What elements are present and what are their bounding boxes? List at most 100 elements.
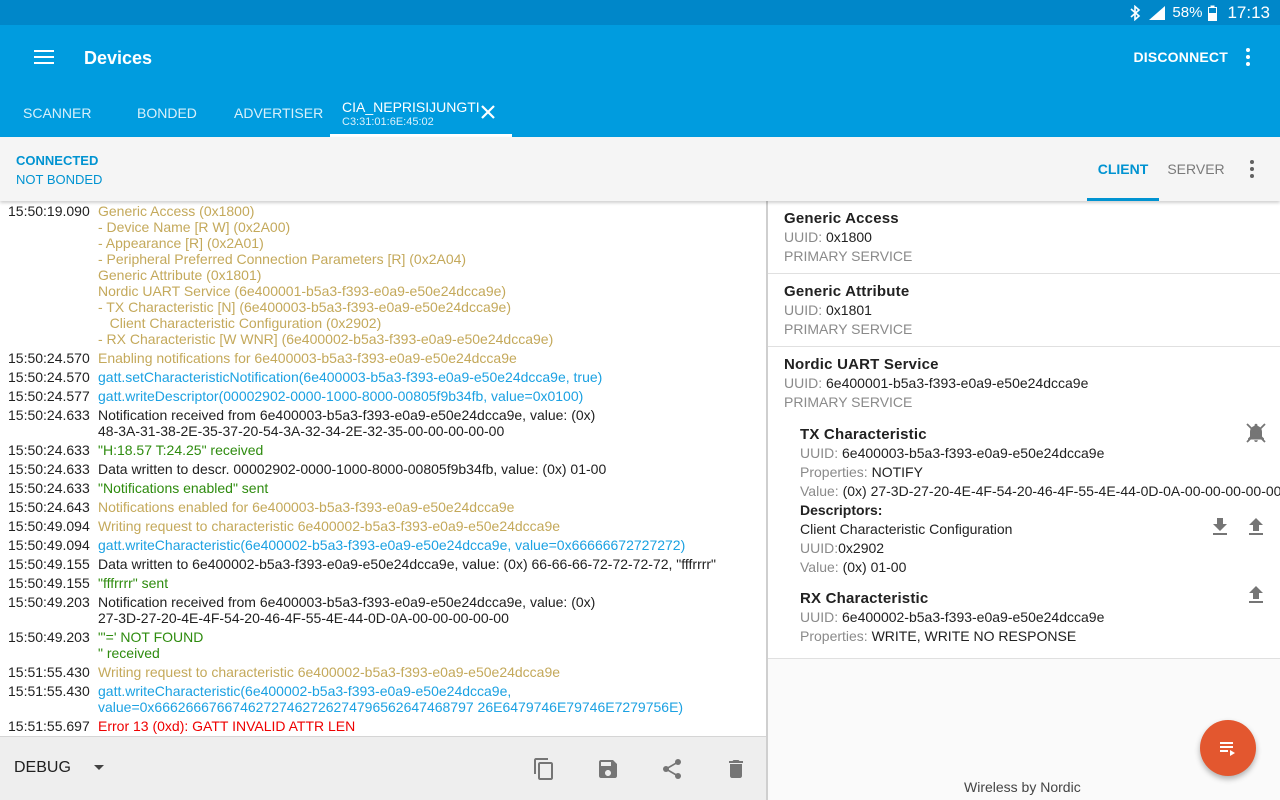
characteristic-uuid-row: UUID: 6e400002-b5a3-f393-e0a9-e50e24dcca…	[800, 608, 1264, 627]
tab-bonded[interactable]: BONDED	[137, 89, 197, 137]
characteristic-name: TX Characteristic	[800, 426, 927, 443]
log-entry: 15:50:19.090 Generic Access (0x1800) - De…	[0, 203, 767, 347]
log-entry: 15:50:49.203 Notification received from 6…	[0, 594, 767, 626]
service-uuid: 0x1800	[826, 229, 872, 245]
uuid-label: UUID:	[800, 609, 839, 625]
log-timestamp: 15:50:49.203	[8, 594, 90, 610]
tab-server[interactable]: SERVER	[1163, 137, 1229, 201]
log-entry: 15:50:24.643 Notifications enabled for 6e…	[0, 499, 767, 515]
service-item[interactable]: Generic Attribute UUID: 0x1801 PRIMARY S…	[768, 274, 1280, 347]
connection-state: CONNECTED	[16, 153, 99, 168]
bluetooth-icon	[1130, 4, 1141, 21]
log-entry: 15:51:55.430 gatt.writeCharacteristic(6e4…	[0, 683, 767, 715]
share-icon[interactable]	[660, 757, 684, 781]
system-status-bar: 58% 17:13	[0, 0, 1280, 25]
log-timestamp: 15:50:24.633	[8, 442, 90, 458]
log-entry: 15:51:55.697 Error 13 (0xd): GATT INVALID…	[0, 718, 767, 734]
log-timestamp: 15:50:49.155	[8, 575, 90, 591]
log-entry: 15:50:49.094 gatt.writeCharacteristic(6e4…	[0, 537, 767, 553]
log-message: Data written to 6e400002-b5a3-f393-e0a9-…	[98, 556, 717, 572]
copy-icon[interactable]	[532, 757, 556, 781]
log-timestamp: 15:50:49.094	[8, 537, 90, 553]
client-overflow-menu-icon[interactable]	[1240, 157, 1264, 181]
descriptor-uuid-row: UUID:0x2902	[800, 539, 1264, 558]
characteristic-uuid: 6e400003-b5a3-f393-e0a9-e50e24dcca9e	[842, 445, 1105, 461]
uuid-label: UUID:	[784, 375, 823, 391]
download-icon[interactable]	[1208, 515, 1232, 539]
upload-icon[interactable]	[1244, 583, 1268, 607]
menu-icon[interactable]	[30, 45, 58, 69]
log-message: "Notifications enabled" sent	[98, 480, 269, 496]
overflow-menu-icon[interactable]	[1236, 45, 1260, 69]
close-tab-icon[interactable]	[478, 102, 498, 122]
log-message: Error 13 (0xd): GATT INVALID ATTR LEN	[98, 718, 356, 734]
service-uuid: 0x1801	[826, 302, 872, 318]
service-item[interactable]: Nordic UART Service UUID: 6e400001-b5a3-…	[768, 347, 1280, 659]
log-timestamp: 15:50:24.643	[8, 499, 90, 515]
characteristic-item[interactable]: TX Characteristic UUID: 6e400003-b5a3-f3…	[800, 423, 1280, 577]
trash-icon[interactable]	[724, 757, 748, 781]
bond-state: NOT BONDED	[16, 172, 103, 187]
characteristic-properties-row: Properties: NOTIFY	[800, 463, 1264, 482]
upload-icon[interactable]	[1244, 515, 1268, 539]
log-entry: 15:50:49.094 Writing request to character…	[0, 518, 767, 534]
log-message: gatt.writeCharacteristic(6e400002-b5a3-f…	[98, 683, 684, 715]
log-level-select[interactable]: DEBUG	[14, 759, 105, 777]
log-timestamp: 15:50:24.577	[8, 388, 90, 404]
uuid-label: UUID:	[800, 445, 839, 461]
characteristic-item[interactable]: RX Characteristic UUID: 6e400002-b5a3-f3…	[800, 586, 1264, 646]
tab-device[interactable]: CIA_NEPRISIJUNGTI C3:31:01:6E:45:02	[330, 89, 512, 137]
tab-client-label: CLIENT	[1097, 161, 1149, 177]
playlist-play-icon	[1220, 742, 1235, 756]
log-list: 15:50:19.090 Generic Access (0x1800) - De…	[0, 201, 767, 734]
signal-icon	[1149, 5, 1166, 20]
log-timestamp: 15:51:55.430	[8, 683, 90, 699]
characteristic-properties: NOTIFY	[871, 464, 923, 480]
service-item[interactable]: Generic Access UUID: 0x1800 PRIMARY SERV…	[768, 201, 1280, 274]
log-entry: 15:50:24.633 "H:18.57 T:24.25" received	[0, 442, 767, 458]
log-message: Writing request to characteristic 6e4000…	[98, 518, 561, 534]
tab-indicator	[1087, 198, 1159, 201]
log-message: gatt.writeCharacteristic(6e400002-b5a3-f…	[98, 537, 686, 553]
log-panel[interactable]: 15:50:19.090 Generic Access (0x1800) - De…	[0, 201, 767, 736]
log-entry: 15:50:49.203 "'=' NOT FOUND " received	[0, 629, 767, 661]
log-toggle-fab[interactable]	[1200, 720, 1256, 776]
service-uuid-row: UUID: 0x1800	[784, 228, 1264, 247]
log-level-value: DEBUG	[14, 759, 71, 776]
service-uuid: 6e400001-b5a3-f393-e0a9-e50e24dcca9e	[826, 375, 1089, 391]
disconnect-button[interactable]: DISCONNECT	[1133, 49, 1228, 65]
service-uuid-row: UUID: 6e400001-b5a3-f393-e0a9-e50e24dcca…	[784, 374, 1264, 393]
log-message: "H:18.57 T:24.25" received	[98, 442, 264, 458]
tab-client[interactable]: CLIENT	[1087, 137, 1159, 201]
tab-scanner[interactable]: SCANNER	[23, 89, 91, 137]
value-label: Value:	[800, 559, 839, 575]
services-panel: Generic Access UUID: 0x1800 PRIMARY SERV…	[768, 201, 1280, 800]
clock: 17:13	[1227, 2, 1270, 22]
service-name: Generic Access	[784, 210, 899, 227]
save-icon[interactable]	[596, 757, 620, 781]
battery-percent: 58%	[1172, 4, 1203, 21]
tab-advertiser[interactable]: ADVERTISER	[234, 89, 323, 137]
log-timestamp: 15:50:24.633	[8, 407, 90, 423]
service-type: PRIMARY SERVICE	[784, 321, 913, 337]
notifications-off-icon[interactable]	[1244, 421, 1268, 445]
battery-icon	[1208, 5, 1218, 21]
log-entry: 15:51:55.430 Writing request to character…	[0, 664, 767, 680]
log-timestamp: 15:50:24.633	[8, 461, 90, 477]
log-message: Notification received from 6e400003-b5a3…	[98, 407, 596, 439]
log-toolbar: DEBUG	[0, 736, 766, 800]
app-title: Devices	[84, 48, 153, 68]
characteristic-properties: WRITE, WRITE NO RESPONSE	[871, 628, 1077, 644]
service-uuid-row: UUID: 0x1801	[784, 301, 1264, 320]
log-entry: 15:50:24.633 Notification received from 6…	[0, 407, 767, 439]
status-indicators: 58% 17:13	[1128, 0, 1270, 25]
properties-label: Properties:	[800, 464, 868, 480]
tab-server-label: SERVER	[1167, 161, 1225, 177]
log-entry: 15:50:49.155 "fffrrrr" sent	[0, 575, 767, 591]
descriptors-heading: Descriptors:	[800, 502, 883, 518]
log-entry: 15:50:24.633 Data written to descr. 00002…	[0, 461, 767, 477]
log-entry: 15:50:24.570 gatt.setCharacteristicNotifi…	[0, 369, 767, 385]
device-address: C3:31:01:6E:45:02	[342, 116, 434, 128]
log-timestamp: 15:51:55.430	[8, 664, 90, 680]
log-timestamp: 15:50:49.155	[8, 556, 90, 572]
